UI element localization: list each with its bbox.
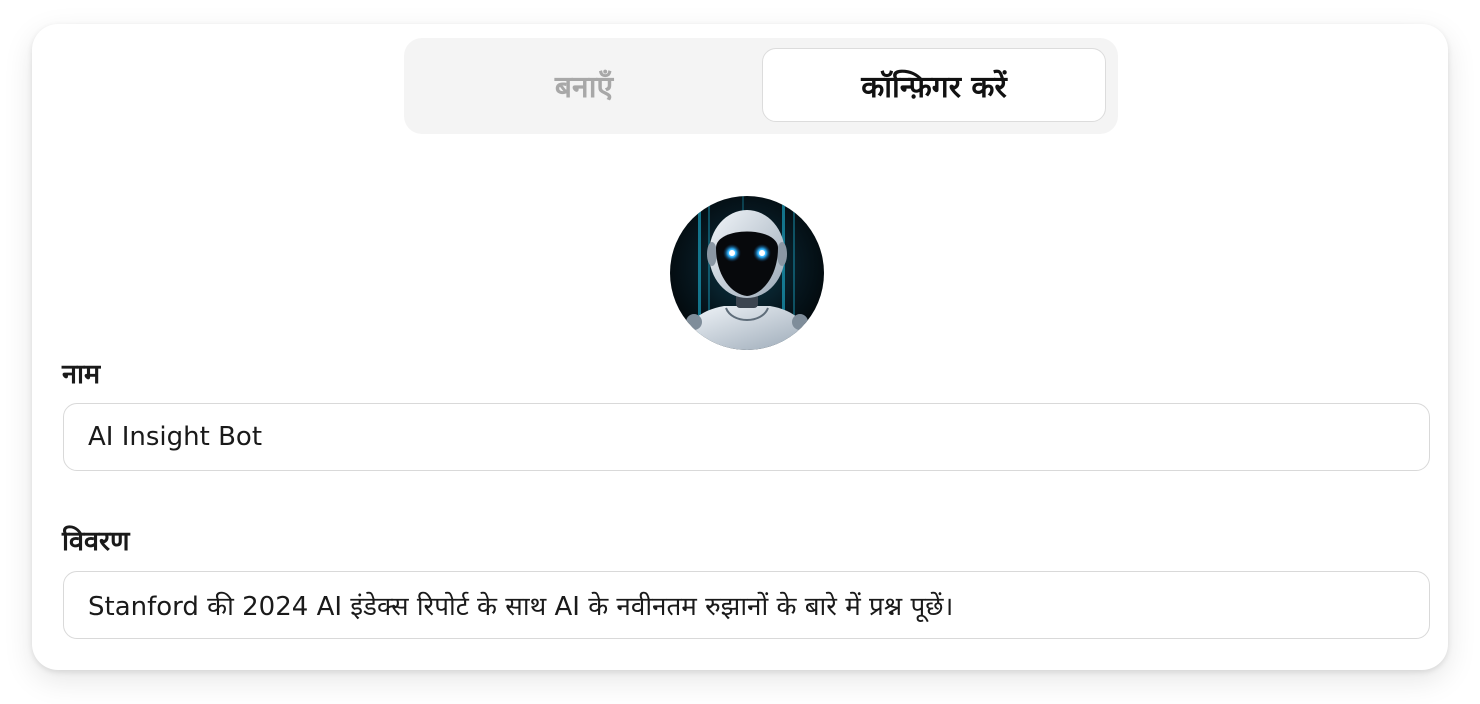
name-field-label: नाम [62, 359, 101, 390]
description-field-label: विवरण [62, 526, 130, 557]
description-input[interactable]: Stanford की 2024 AI इंडेक्स रिपोर्ट के स… [63, 571, 1430, 639]
gpt-editor-card: बनाएँ कॉन्फ़िगर करें नाम AI Insight Bot … [32, 24, 1448, 670]
name-input[interactable]: AI Insight Bot [63, 403, 1430, 471]
robot-avatar-image [670, 196, 824, 350]
mode-tab-switcher: बनाएँ कॉन्फ़िगर करें [404, 38, 1118, 134]
tab-create[interactable]: बनाएँ [412, 48, 756, 122]
robot-avatar-icon[interactable] [670, 196, 824, 350]
tab-configure[interactable]: कॉन्फ़िगर करें [762, 48, 1106, 122]
